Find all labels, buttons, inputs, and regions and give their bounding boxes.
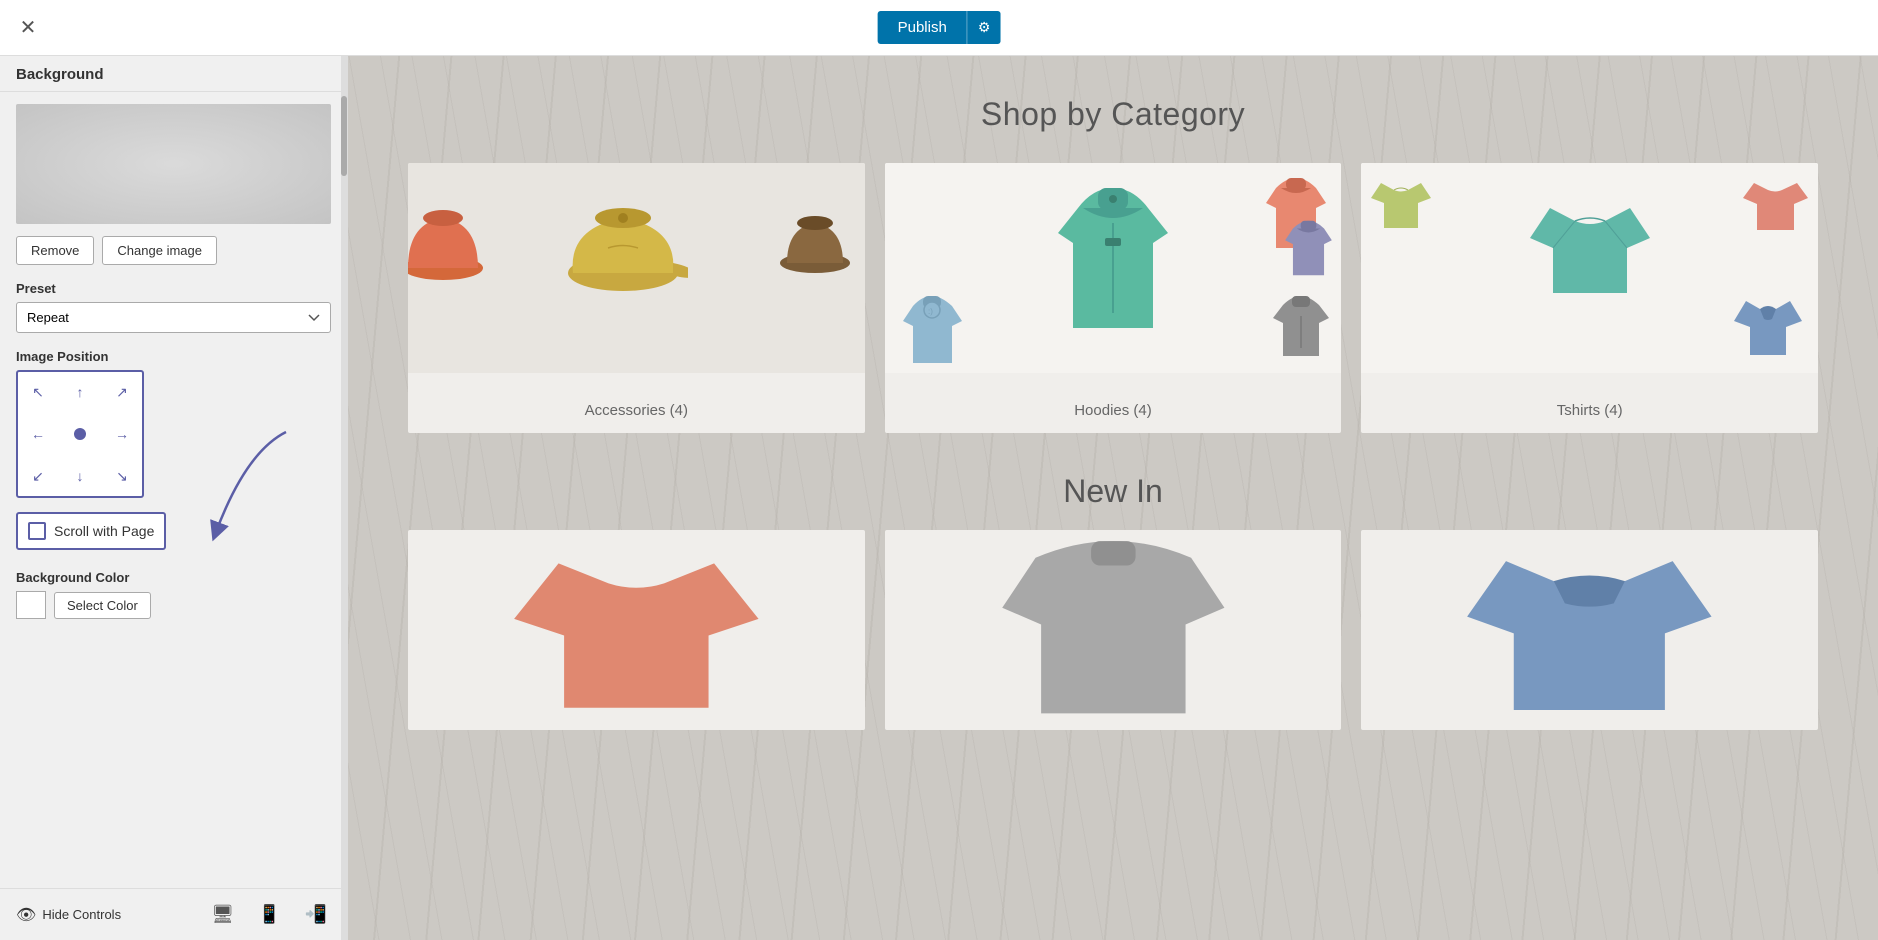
top-bar: ✕ Publish ⚙ — [0, 0, 1878, 56]
category-card-hoodies[interactable]: :) Hoodies (4) — [885, 163, 1342, 433]
position-bottom-left[interactable]: ↙ — [18, 456, 58, 496]
brown-hat-icon — [775, 203, 855, 283]
yellow-hat-icon — [558, 183, 688, 313]
image-action-buttons: Remove Change image — [16, 236, 331, 265]
arrow-annotation — [186, 422, 306, 552]
device-icons: 🖥 📱 📲 — [207, 900, 331, 929]
preview-content: Shop by Category — [348, 56, 1878, 770]
accessories-label: Accessories (4) — [408, 388, 865, 433]
teal-sweatshirt-icon — [1525, 183, 1655, 303]
svg-text::): :) — [928, 307, 933, 316]
sidebar: Background Remove Change image Preset Re… — [0, 56, 348, 940]
image-position-label: Image Position — [16, 349, 331, 364]
hoodie-scene: :) — [885, 163, 1342, 373]
product-card-1[interactable] — [408, 530, 865, 730]
category-grid: Accessories (4) — [408, 163, 1818, 433]
eye-icon: 👁 — [16, 905, 36, 925]
scroll-with-page-checkbox[interactable] — [28, 522, 46, 540]
change-image-button[interactable]: Change image — [102, 236, 217, 265]
product-row — [408, 530, 1818, 730]
accessories-image — [408, 163, 865, 373]
background-preview — [16, 104, 331, 224]
mobile-icon[interactable]: 📲 — [301, 900, 331, 929]
scroll-with-page-container: Scroll with Page — [16, 512, 166, 550]
blue-polo-icon — [1728, 283, 1808, 363]
sidebar-content: Remove Change image Preset Repeat Cover … — [0, 92, 347, 888]
position-middle-right[interactable]: → — [102, 414, 142, 454]
category-card-accessories[interactable]: Accessories (4) — [408, 163, 865, 433]
desktop-icon[interactable]: 🖥 — [207, 900, 238, 929]
remove-button[interactable]: Remove — [16, 236, 94, 265]
salmon-tshirt-icon — [1738, 168, 1813, 233]
scroll-with-page-label: Scroll with Page — [54, 523, 154, 539]
blue-hoodie-icon: :) — [895, 288, 970, 373]
main-layout: Background Remove Change image Preset Re… — [0, 56, 1878, 940]
position-top-center[interactable]: ↑ — [60, 372, 100, 412]
position-middle-left[interactable]: ← — [18, 414, 58, 454]
publish-button[interactable]: Publish — [878, 11, 967, 44]
preset-select[interactable]: Repeat Cover Contain No Repeat — [16, 302, 331, 333]
tshirts-image — [1361, 163, 1818, 373]
preview-area: Shop by Category — [348, 56, 1878, 940]
tablet-icon[interactable]: 📱 — [254, 900, 284, 929]
product-card-2[interactable] — [885, 530, 1342, 730]
lavender-hoodie-icon — [1276, 213, 1341, 283]
gray-hoodie-icon — [1266, 288, 1336, 363]
hoodies-image: :) — [885, 163, 1342, 373]
tshirt-scene — [1361, 163, 1818, 373]
position-center[interactable] — [60, 414, 100, 454]
product-image-2 — [885, 530, 1342, 730]
hat-scene — [408, 163, 865, 373]
sidebar-bottom: 👁 Hide Controls 🖥 📱 📲 — [0, 888, 347, 940]
close-button[interactable]: ✕ — [12, 12, 44, 44]
tshirts-label: Tshirts (4) — [1361, 388, 1818, 433]
settings-button[interactable]: ⚙ — [967, 11, 1001, 44]
product-image-1 — [408, 530, 865, 730]
green-tshirt-icon — [1366, 168, 1436, 233]
new-in-heading: New In — [408, 473, 1818, 510]
preset-label: Preset — [16, 281, 331, 296]
hoodies-label: Hoodies (4) — [885, 388, 1342, 433]
position-bottom-center[interactable]: ↓ — [60, 456, 100, 496]
publish-area: Publish ⚙ — [878, 11, 1001, 44]
orange-hat-icon — [408, 193, 488, 293]
color-row: Select Color — [16, 591, 331, 619]
product-image-3 — [1361, 530, 1818, 730]
hide-controls-button[interactable]: 👁 Hide Controls — [16, 905, 121, 925]
sidebar-scrollbar[interactable] — [341, 56, 347, 940]
color-swatch[interactable] — [16, 591, 46, 619]
position-top-left[interactable]: ↖ — [18, 372, 58, 412]
sidebar-title: Background — [0, 56, 347, 92]
product-card-3[interactable] — [1361, 530, 1818, 730]
bg-preview-image — [16, 104, 331, 224]
hide-controls-label: Hide Controls — [42, 907, 121, 922]
background-color-label: Background Color — [16, 570, 331, 585]
category-card-tshirts[interactable]: Tshirts (4) — [1361, 163, 1818, 433]
background-color-section: Background Color Select Color — [16, 570, 331, 619]
sidebar-scrollbar-thumb — [341, 96, 347, 176]
image-position-grid: ↖ ↑ ↗ ← → ↙ ↓ ↘ — [16, 370, 144, 498]
position-bottom-right[interactable]: ↘ — [102, 456, 142, 496]
position-top-right[interactable]: ↗ — [102, 372, 142, 412]
teal-hoodie-main-icon — [1043, 173, 1183, 343]
shop-by-category-heading: Shop by Category — [408, 96, 1818, 133]
select-color-button[interactable]: Select Color — [54, 592, 151, 619]
